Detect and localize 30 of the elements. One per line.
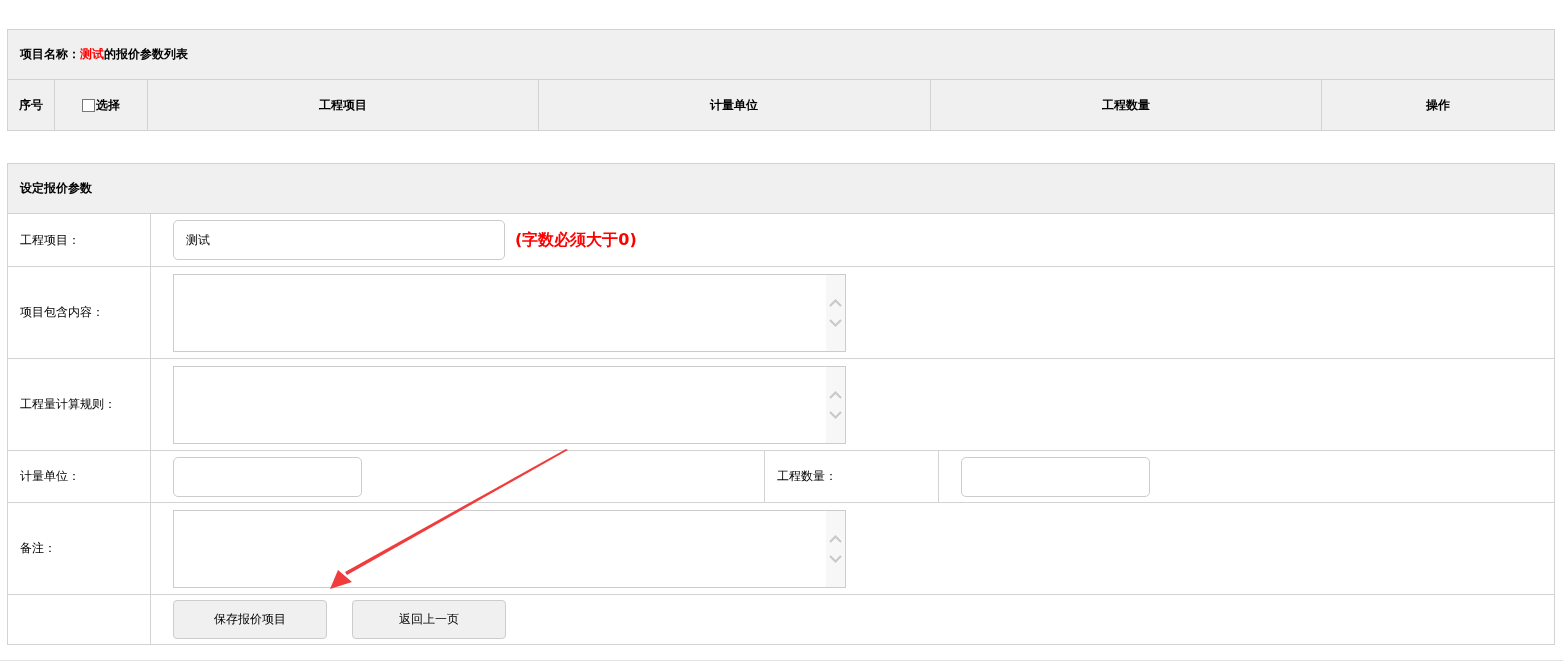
validation-hint: (字数必须大于0) xyxy=(515,229,637,251)
text-area[interactable] xyxy=(173,273,846,352)
form-button[interactable]: 返回上一页 xyxy=(352,600,506,639)
input-field[interactable] xyxy=(173,456,362,497)
scroll-down-icon[interactable] xyxy=(829,318,842,327)
select-all-checkbox[interactable] xyxy=(82,98,95,112)
scroll-up-icon[interactable] xyxy=(829,390,842,399)
column-header: 工程项目 xyxy=(319,96,368,114)
field-label: 工程项目： xyxy=(20,231,80,249)
field-label: 工程数量： xyxy=(777,468,837,485)
field-label: 备注： xyxy=(20,540,56,557)
scroll-down-icon[interactable] xyxy=(829,410,842,419)
panel-title: 项目名称：测试的报价参数列表 xyxy=(20,46,188,63)
column-header: 工程数量 xyxy=(1101,96,1150,114)
scroll-up-icon[interactable] xyxy=(829,298,842,307)
field-label: 项目包含内容： xyxy=(20,304,104,321)
scroll-down-icon[interactable] xyxy=(829,554,842,563)
column-header: 序号 xyxy=(19,96,43,114)
input-field[interactable]: 测试 xyxy=(173,220,505,260)
column-header: 操作 xyxy=(1426,96,1450,114)
form-button[interactable]: 保存报价项目 xyxy=(173,600,327,639)
field-label: 工程量计算规则： xyxy=(20,396,116,413)
text-area[interactable] xyxy=(173,509,846,588)
column-header: 计量单位 xyxy=(710,96,759,114)
input-field[interactable] xyxy=(961,456,1150,497)
text-area[interactable] xyxy=(173,365,846,444)
scroll-up-icon[interactable] xyxy=(829,534,842,543)
panel-title: 设定报价参数 xyxy=(20,180,92,197)
field-label: 计量单位： xyxy=(20,468,80,485)
column-header: 选择 xyxy=(96,96,120,114)
